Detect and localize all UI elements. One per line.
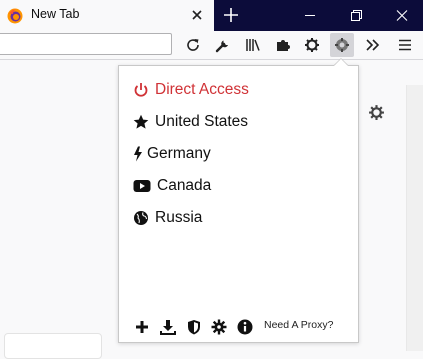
tab-new-tab[interactable]: New Tab bbox=[0, 0, 214, 31]
menu-item-label: United States bbox=[155, 113, 249, 130]
power-icon bbox=[134, 83, 148, 97]
star-icon bbox=[133, 114, 149, 129]
url-bar[interactable] bbox=[0, 33, 172, 55]
overflow-chevron-icon[interactable] bbox=[364, 37, 380, 53]
wrench-icon[interactable] bbox=[215, 37, 231, 53]
close-tab-icon[interactable] bbox=[190, 8, 204, 22]
proxy-popup: Direct Access United States Germany Cana… bbox=[118, 65, 359, 343]
top-sites-card[interactable] bbox=[4, 333, 102, 359]
options-gear-icon[interactable] bbox=[211, 319, 227, 335]
nav-toolbar bbox=[0, 31, 423, 60]
menu-item-direct-access[interactable]: Direct Access bbox=[133, 78, 249, 102]
firefox-logo-icon bbox=[7, 8, 23, 24]
add-icon[interactable] bbox=[134, 319, 150, 335]
lightning-icon bbox=[134, 146, 142, 162]
menu-item-canada[interactable]: Canada bbox=[133, 174, 211, 198]
menu-item-label: Canada bbox=[157, 177, 212, 194]
page-scrollbar[interactable] bbox=[406, 85, 423, 351]
extensions-icon[interactable] bbox=[275, 37, 291, 53]
title-bar: New Tab bbox=[0, 0, 423, 31]
tab-title: New Tab bbox=[31, 7, 80, 21]
menu-item-united-states[interactable]: United States bbox=[133, 110, 248, 134]
hamburger-menu-icon[interactable] bbox=[397, 37, 413, 53]
library-icon[interactable] bbox=[245, 37, 261, 53]
import-icon[interactable] bbox=[160, 319, 176, 335]
menu-item-label: Germany bbox=[147, 145, 211, 162]
new-tab-plus-icon[interactable] bbox=[222, 6, 240, 24]
settings-gear-icon[interactable] bbox=[304, 37, 320, 53]
minimize-icon[interactable] bbox=[287, 0, 333, 31]
reload-icon[interactable] bbox=[185, 37, 201, 53]
proxy-extension-icon[interactable] bbox=[334, 37, 350, 53]
shield-icon[interactable] bbox=[186, 319, 202, 335]
youtube-play-icon bbox=[133, 180, 151, 192]
page-settings-gear-icon[interactable] bbox=[368, 104, 385, 121]
maximize-icon[interactable] bbox=[333, 0, 379, 31]
need-a-proxy-link[interactable]: Need A Proxy? bbox=[264, 319, 333, 331]
close-window-icon[interactable] bbox=[379, 0, 423, 31]
menu-item-germany[interactable]: Germany bbox=[133, 142, 211, 166]
menu-item-label: Direct Access bbox=[155, 81, 249, 98]
menu-item-russia[interactable]: Russia bbox=[133, 206, 202, 230]
info-icon[interactable] bbox=[237, 319, 253, 335]
globe-icon bbox=[134, 211, 148, 225]
popup-arrow-inner bbox=[334, 59, 348, 66]
menu-item-label: Russia bbox=[155, 209, 203, 226]
